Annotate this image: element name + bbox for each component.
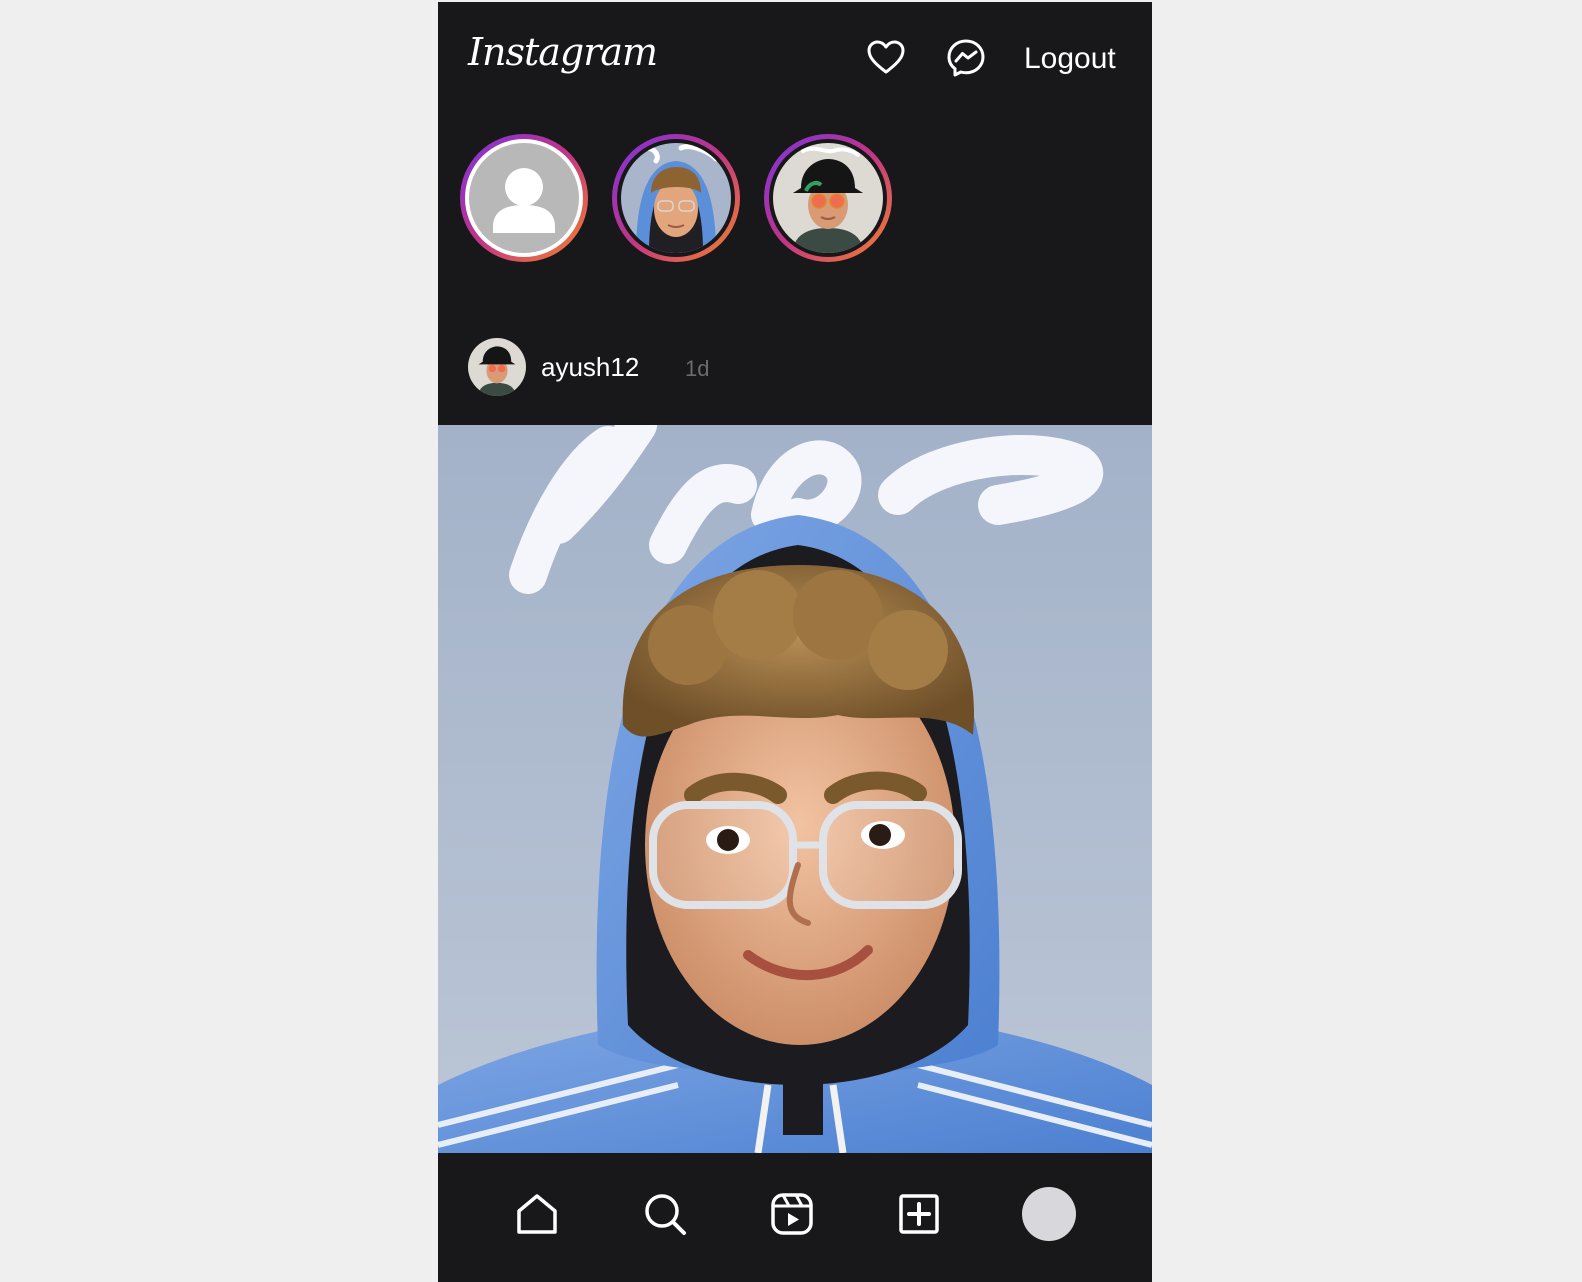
instagram-logo[interactable]: Instagram (468, 30, 658, 74)
user-icon (493, 168, 555, 233)
messenger-icon[interactable] (946, 38, 986, 78)
story-avatar-image (773, 143, 883, 253)
post-header: ayush12 1d (468, 338, 1128, 398)
bottom-nav (438, 1153, 1152, 1282)
post-image[interactable] (438, 425, 1152, 1153)
post-username[interactable]: ayush12 (541, 352, 639, 383)
post-timestamp: 1d (685, 356, 710, 381)
search-icon[interactable] (642, 1191, 688, 1237)
heart-icon[interactable] (866, 38, 906, 78)
create-icon[interactable] (896, 1191, 942, 1237)
story-avatar-image (621, 143, 731, 253)
story-item[interactable] (764, 134, 892, 262)
app-frame: Instagram Logout ayush12 1d (438, 2, 1152, 1282)
logout-button[interactable]: Logout (1024, 42, 1116, 76)
default-avatar (469, 143, 579, 253)
story-item[interactable] (460, 134, 588, 262)
stories-tray (460, 134, 1150, 264)
top-bar: Instagram Logout (438, 2, 1152, 120)
reels-icon[interactable] (769, 1191, 815, 1237)
avatar[interactable] (468, 338, 526, 396)
avatar[interactable] (1022, 1187, 1076, 1241)
story-item[interactable] (612, 134, 740, 262)
home-icon[interactable] (514, 1191, 560, 1237)
